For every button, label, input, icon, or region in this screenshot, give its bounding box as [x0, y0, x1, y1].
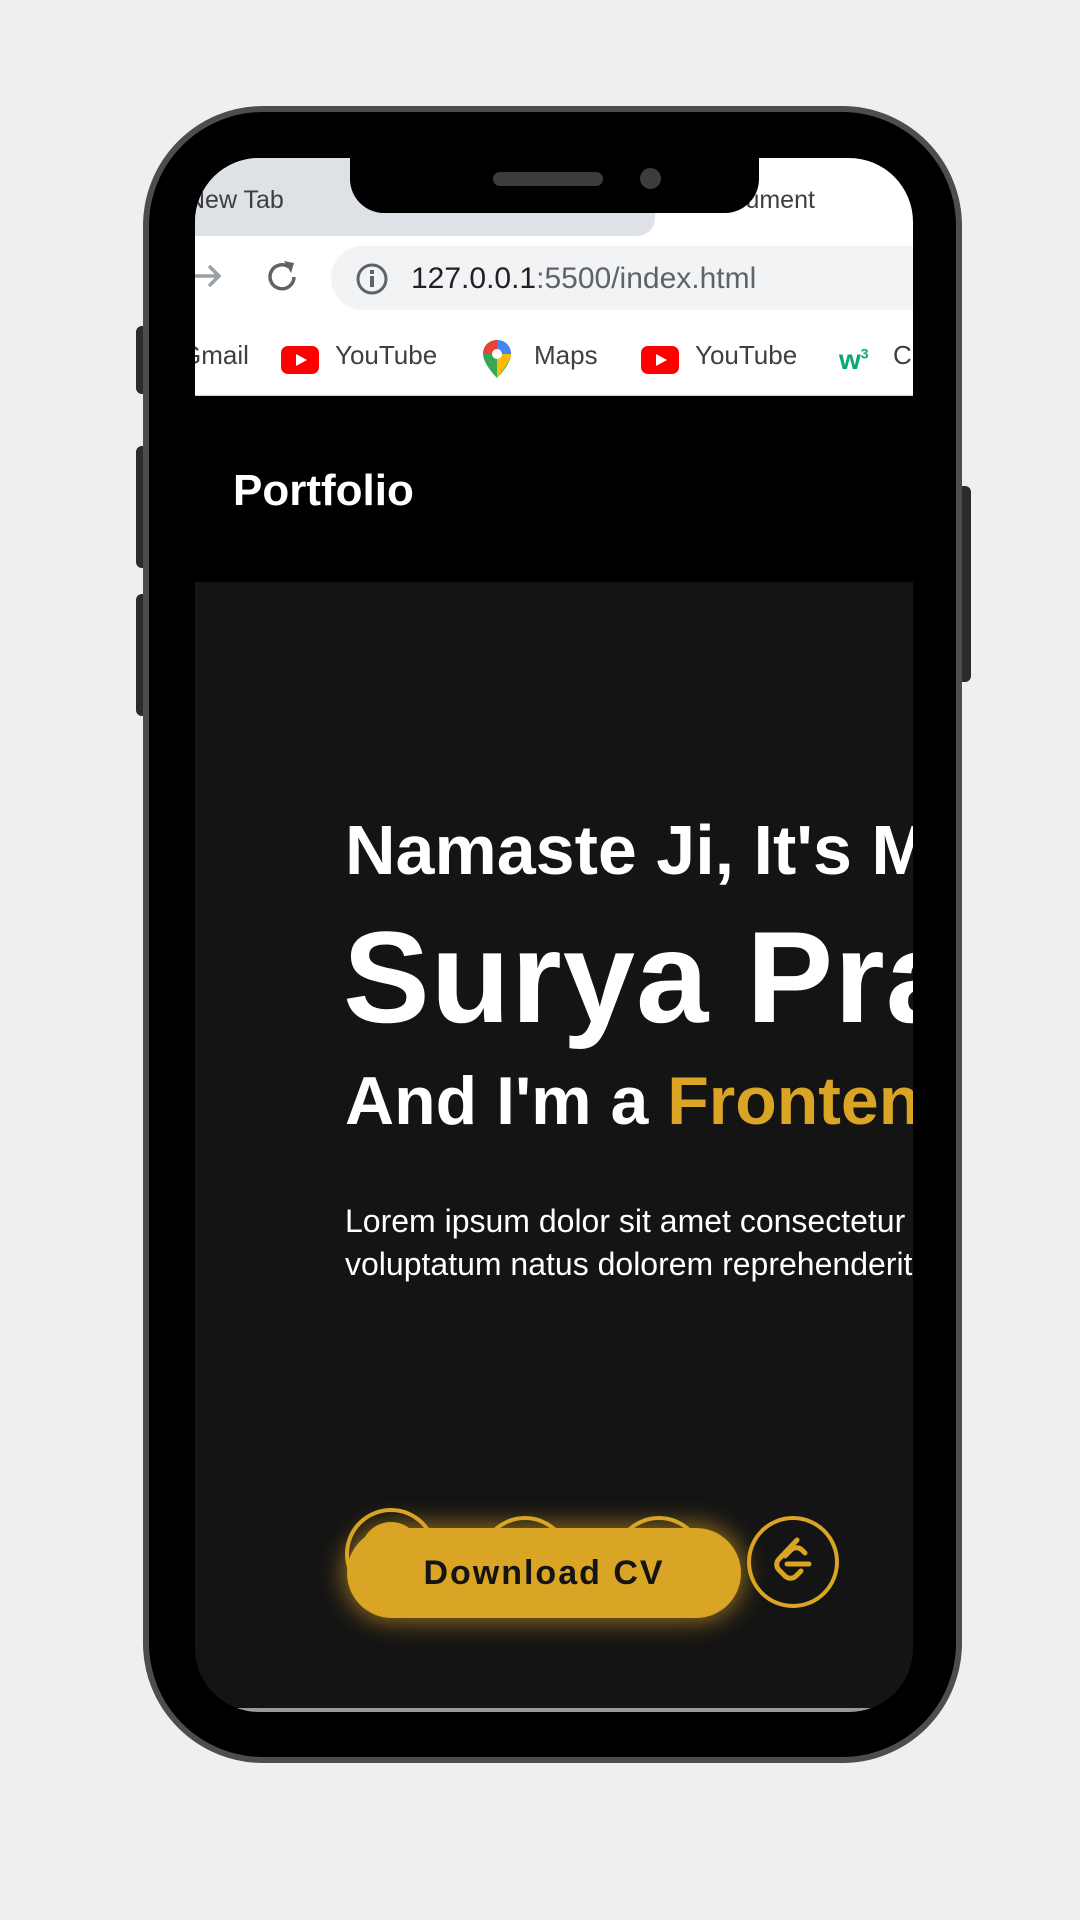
bookmark-label: C — [893, 340, 912, 370]
bookmark-label: Gmail — [195, 340, 249, 370]
bookmark-label: YouTube — [695, 340, 798, 370]
forward-icon[interactable] — [195, 256, 223, 301]
role-text: Frontend Developer — [667, 1063, 913, 1139]
hero-name: Surya Prakash — [343, 904, 913, 1050]
device-mockup: New Tab Document 127.0.0.1:5500/index.ht… — [0, 0, 1080, 1920]
url-text: 127.0.0.1:5500/index.html — [411, 262, 756, 296]
bookmark-gmail[interactable]: Gmail — [195, 340, 249, 371]
speaker-grille — [493, 172, 603, 186]
leetcode-link[interactable] — [747, 1516, 839, 1608]
bookmark-label: YouTube — [335, 340, 438, 370]
hero-greeting: Namaste Ji, It's Me — [345, 811, 913, 889]
hero-section: Namaste Ji, It's Me Surya Prakash And I'… — [195, 582, 913, 1712]
address-bar[interactable]: 127.0.0.1:5500/index.html — [331, 246, 913, 310]
bookmark-youtube-2[interactable]: YouTube — [695, 340, 797, 371]
bookmark-w3schools[interactable]: C — [893, 340, 912, 371]
bookmark-label: Maps — [534, 340, 598, 370]
site-logo[interactable]: Portfolio — [233, 466, 414, 516]
front-camera — [640, 168, 661, 189]
phone-screen: New Tab Document 127.0.0.1:5500/index.ht… — [195, 158, 913, 1712]
leetcode-icon — [767, 1534, 819, 1591]
reload-icon[interactable] — [263, 258, 301, 301]
site-info-icon[interactable] — [355, 262, 389, 301]
browser-toolbar: 127.0.0.1:5500/index.html — [195, 236, 913, 322]
hero-intro: Lorem ipsum dolor sit amet consectetur a… — [345, 1200, 913, 1286]
bookmark-youtube[interactable]: YouTube — [335, 340, 437, 371]
role-prefix: And I'm a — [345, 1063, 668, 1139]
tab-label: New Tab — [195, 186, 284, 214]
screen-edge-line — [195, 1708, 913, 1712]
youtube-icon — [281, 346, 319, 379]
hero-role: And I'm a Frontend Developer — [345, 1062, 913, 1140]
w3schools-icon: w3 — [839, 344, 869, 375]
bookmarks-bar: Gmail YouTube Maps YouTube w3 C — [195, 322, 913, 396]
youtube-icon — [641, 346, 679, 379]
download-cv-button[interactable]: Download CV — [347, 1528, 741, 1618]
phone-notch — [350, 156, 759, 213]
site-navbar: Portfolio — [195, 396, 913, 582]
intro-line: voluptatum natus dolorem reprehenderit. — [345, 1246, 913, 1282]
intro-line: Lorem ipsum dolor sit amet consectetur a… — [345, 1203, 913, 1239]
url-path: :5500/index.html — [536, 262, 757, 295]
bookmark-maps[interactable]: Maps — [534, 340, 598, 371]
url-host: 127.0.0.1 — [411, 262, 537, 295]
maps-icon — [483, 340, 511, 383]
